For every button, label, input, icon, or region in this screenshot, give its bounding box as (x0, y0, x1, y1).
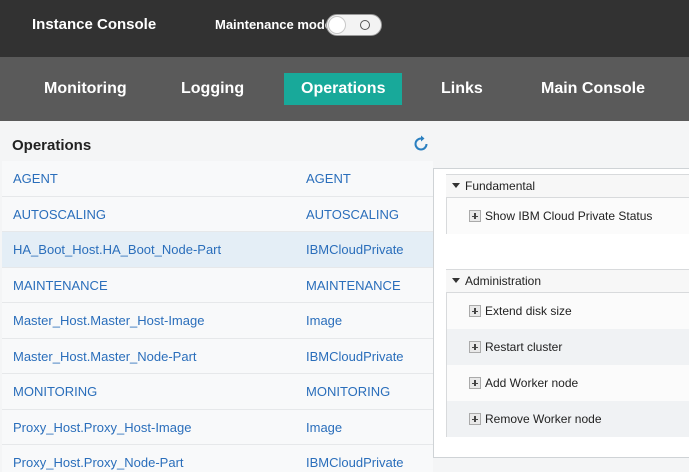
operation-type[interactable]: Image (306, 420, 342, 435)
operation-name[interactable]: MAINTENANCE (13, 278, 108, 293)
action-remove-worker[interactable]: Remove Worker node (447, 401, 689, 437)
tab-main-console[interactable]: Main Console (524, 73, 662, 105)
action-add-worker[interactable]: Add Worker node (447, 365, 689, 401)
action-label: Restart cluster (485, 340, 563, 354)
list-item[interactable]: AUTOSCALING AUTOSCALING (2, 196, 433, 232)
operation-name[interactable]: Master_Host.Master_Node-Part (13, 349, 197, 364)
group-administration: Administration Extend disk size Restart … (446, 269, 689, 437)
operation-type[interactable]: MONITORING (306, 384, 390, 399)
action-extend-disk[interactable]: Extend disk size (447, 293, 689, 329)
tab-operations[interactable]: Operations (284, 73, 403, 105)
list-item[interactable]: Master_Host.Master_Node-Part IBMCloudPri… (2, 338, 433, 374)
operation-name[interactable]: Proxy_Host.Proxy_Node-Part (13, 455, 184, 470)
operation-name[interactable]: Master_Host.Master_Host-Image (13, 313, 204, 328)
list-item-selected[interactable]: HA_Boot_Host.HA_Boot_Node-Part IBMCloudP… (2, 232, 433, 268)
page-title: Operations (12, 137, 92, 154)
operation-name[interactable]: MONITORING (13, 384, 97, 399)
operation-name[interactable]: Proxy_Host.Proxy_Host-Image (13, 420, 191, 435)
list-item[interactable]: Master_Host.Master_Host-Image Image (2, 303, 433, 339)
operations-panel: Operations AGENT AGENT AUTOSCALING AUTOS… (0, 121, 689, 472)
expand-plus-icon[interactable] (469, 305, 481, 317)
caret-down-icon (452, 183, 460, 189)
action-label: Remove Worker node (485, 412, 602, 426)
tab-logging[interactable]: Logging (164, 73, 261, 105)
top-bar: Instance Console Maintenance mode (0, 0, 689, 57)
toggle-off-icon (360, 20, 370, 30)
list-item[interactable]: AGENT AGENT (2, 161, 433, 197)
tab-links[interactable]: Links (424, 73, 500, 105)
operation-type[interactable]: MAINTENANCE (306, 278, 401, 293)
maintenance-mode-toggle[interactable] (326, 14, 382, 36)
expand-plus-icon[interactable] (469, 210, 481, 222)
operation-type[interactable]: Image (306, 313, 342, 328)
expand-plus-icon[interactable] (469, 341, 481, 353)
group-header-fundamental[interactable]: Fundamental (446, 174, 689, 198)
operation-type[interactable]: IBMCloudPrivate (306, 455, 404, 470)
expand-plus-icon[interactable] (469, 413, 481, 425)
app-title: Instance Console (32, 16, 157, 33)
action-restart-cluster[interactable]: Restart cluster (447, 329, 689, 365)
list-item[interactable]: Proxy_Host.Proxy_Node-Part IBMCloudPriva… (2, 445, 433, 472)
group-body: Extend disk size Restart cluster Add Wor… (446, 293, 689, 437)
action-label: Show IBM Cloud Private Status (485, 209, 653, 223)
operation-type[interactable]: AGENT (306, 171, 351, 186)
operations-list: AGENT AGENT AUTOSCALING AUTOSCALING HA_B… (2, 161, 433, 472)
operation-type[interactable]: IBMCloudPrivate (306, 242, 404, 257)
group-body: Show IBM Cloud Private Status (446, 198, 689, 234)
tab-monitoring[interactable]: Monitoring (27, 73, 144, 105)
action-label: Add Worker node (485, 376, 579, 390)
group-title: Fundamental (465, 179, 536, 193)
caret-down-icon (452, 278, 460, 284)
maintenance-mode-label: Maintenance mode (215, 17, 333, 32)
operation-type[interactable]: AUTOSCALING (306, 207, 399, 222)
operation-name[interactable]: AGENT (13, 171, 58, 186)
actions-tree: Fundamental Show IBM Cloud Private Statu… (433, 168, 689, 458)
operation-name[interactable]: HA_Boot_Host.HA_Boot_Node-Part (13, 242, 221, 257)
operation-name[interactable]: AUTOSCALING (13, 207, 106, 222)
operation-type[interactable]: IBMCloudPrivate (306, 349, 404, 364)
expand-plus-icon[interactable] (469, 377, 481, 389)
group-header-administration[interactable]: Administration (446, 269, 689, 293)
action-label: Extend disk size (485, 304, 572, 318)
list-item[interactable]: MONITORING MONITORING (2, 374, 433, 410)
toggle-knob (328, 16, 346, 34)
list-item[interactable]: MAINTENANCE MAINTENANCE (2, 267, 433, 303)
action-show-status[interactable]: Show IBM Cloud Private Status (447, 198, 689, 234)
list-item[interactable]: Proxy_Host.Proxy_Host-Image Image (2, 409, 433, 445)
main-nav: Monitoring Logging Operations Links Main… (0, 57, 689, 121)
refresh-icon[interactable] (412, 135, 430, 153)
group-title: Administration (465, 274, 542, 288)
group-fundamental: Fundamental Show IBM Cloud Private Statu… (446, 174, 689, 234)
